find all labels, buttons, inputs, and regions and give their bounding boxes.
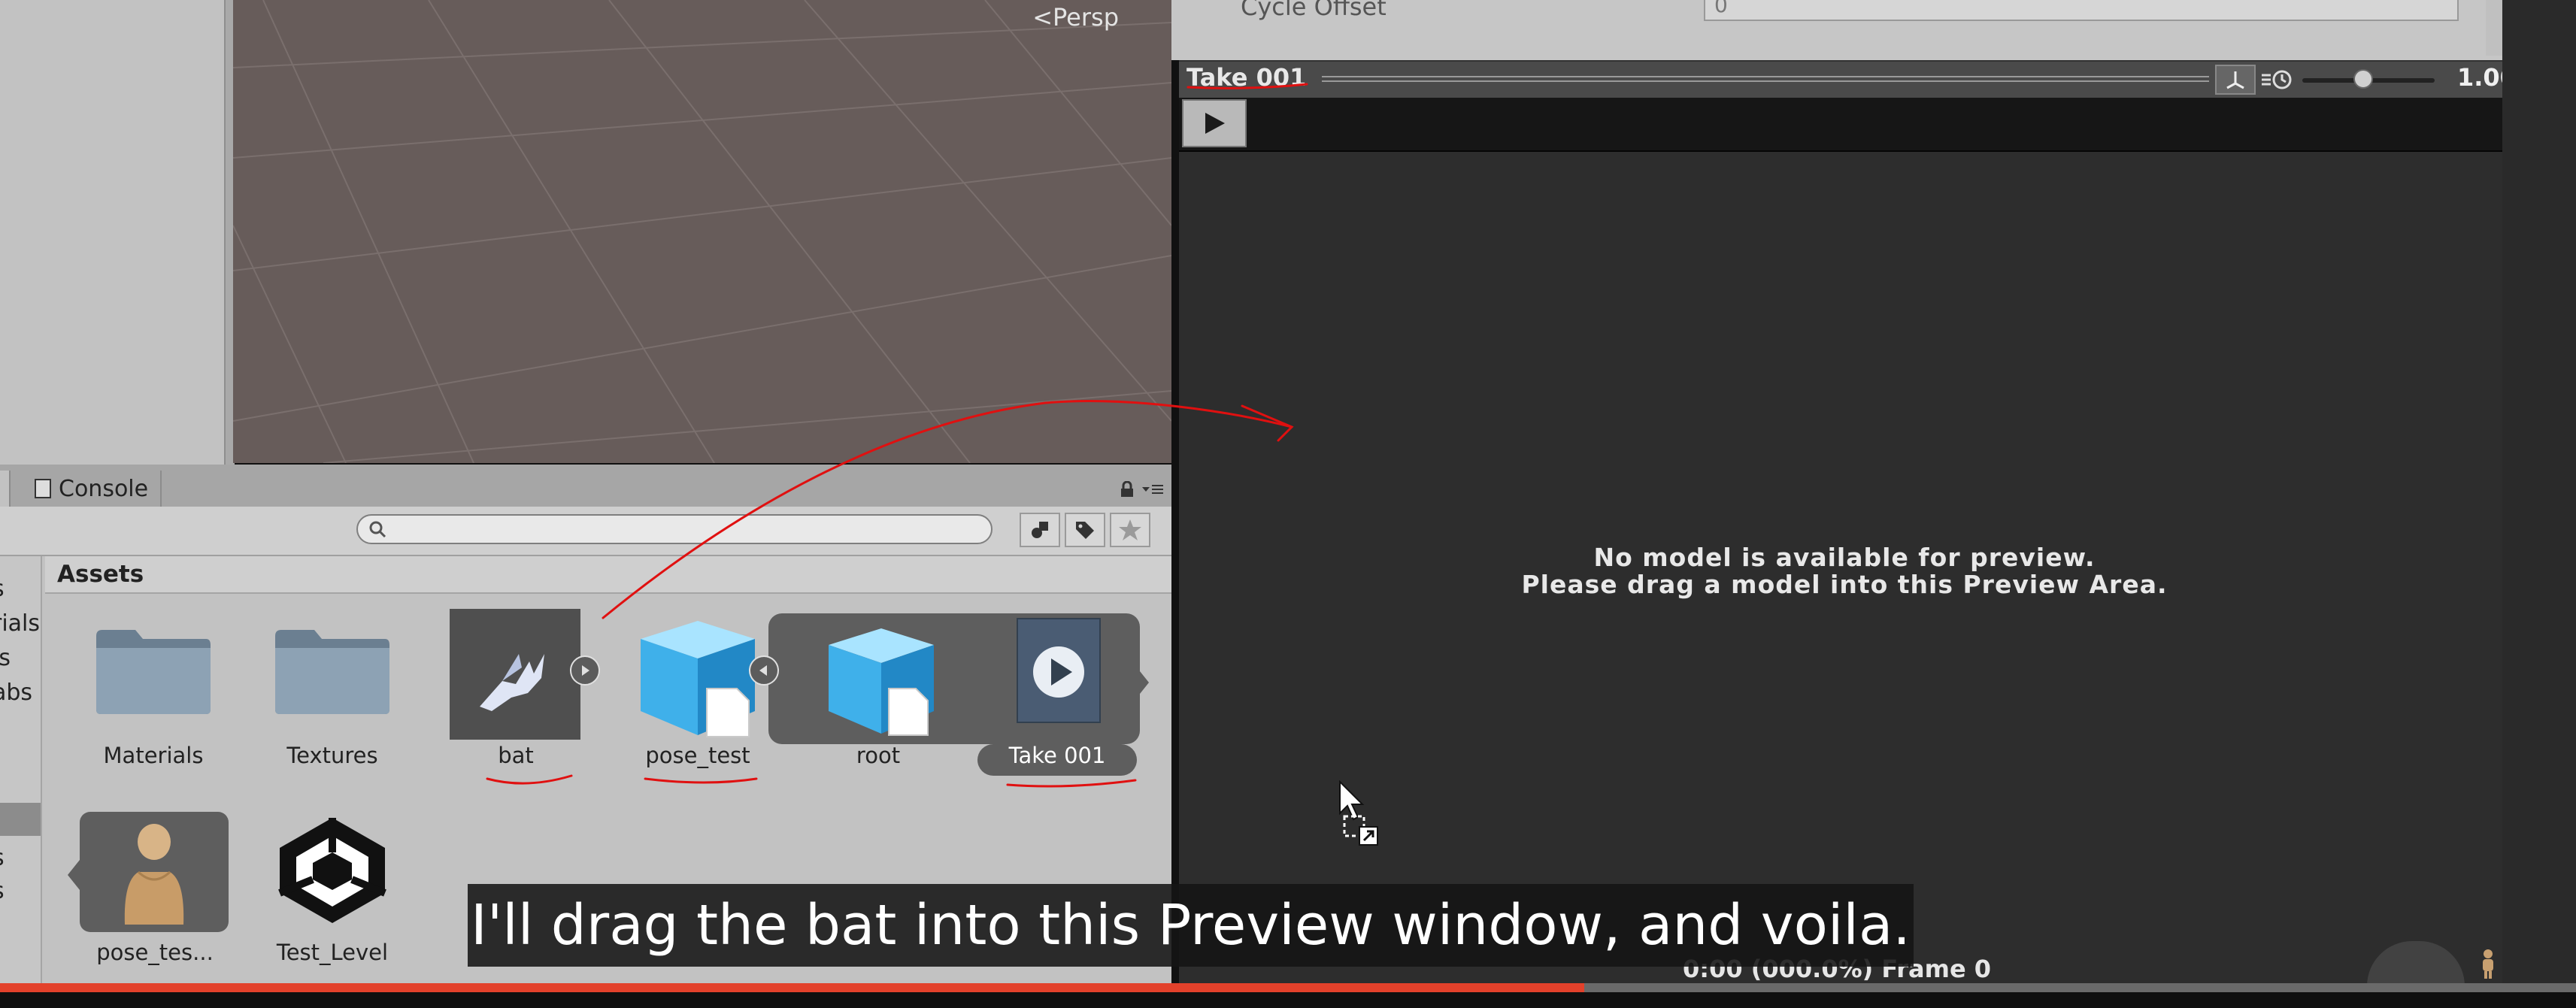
asset-label: Materials [103,743,204,768]
project-search-row [0,507,1171,556]
folder-icon [275,630,389,714]
cycle-offset-field[interactable]: 0 [1704,0,2459,21]
inspector-panel: Cycle Offset 0 [1171,0,2502,60]
asset-label: Textures [286,743,378,768]
asset-textures[interactable] [272,621,392,720]
asset-test-level[interactable] [272,810,392,934]
group-end-arrow [1137,667,1149,698]
playback-speed-icon [2256,65,2299,95]
outer-window-edge [2502,0,2576,991]
subtitle-caption: I'll drag the bat into this Preview wind… [468,884,1914,967]
chevron-left-icon [759,665,767,676]
filter-by-type-button[interactable] [1020,513,1060,547]
preview-title: Take 001 [1186,63,1307,92]
asset-root[interactable] [823,624,940,740]
tab-console-label: Console [59,475,149,502]
star-icon [1119,519,1141,540]
play-button[interactable] [1182,99,1247,147]
project-folder-tree[interactable]: s rials ls abs s s [0,556,42,991]
tree-item-selected[interactable] [0,803,41,836]
filter-by-label-button[interactable] [1065,513,1105,547]
hierarchy-panel-strip [0,0,226,465]
asset-label: bat [498,743,534,768]
camera-projection-label[interactable]: <Persp [1032,3,1119,32]
lock-icon[interactable] [1119,481,1135,498]
asset-label: pose_tes... [96,940,214,965]
search-icon [369,521,386,538]
tree-item[interactable]: s [0,576,5,602]
prefab-cube-icon [641,621,755,737]
asset-label: root [856,743,901,768]
asset-label: Test_Level [276,940,389,965]
console-icon [35,479,51,498]
drag-cursor-icon [1339,780,1378,846]
unity-scene-icon [278,818,386,923]
inspector-scrollbar[interactable] [2486,0,2502,56]
pivot-toggle-icon[interactable] [2215,65,2256,95]
bat-model-icon [480,654,544,711]
tree-item[interactable]: s [0,845,5,871]
avatar-figure-icon [2483,949,2493,979]
animation-clip-icon [1033,646,1084,698]
collapse-asset-button[interactable] [749,655,779,686]
asset-label: Take 001 [1008,743,1106,768]
preview-toolbar [1179,98,2502,152]
filter-type-icon [1032,522,1048,538]
asset-pose-tes-avatar[interactable] [80,812,229,932]
mesh-cube-icon [829,628,934,736]
preview-empty-message-line2: Please drag a model into this Preview Ar… [1521,570,2168,599]
search-input[interactable] [356,514,993,544]
panel-menu-icon[interactable] [1141,481,1164,498]
preview-empty-message-line1: No model is available for preview. [1593,543,2096,572]
project-tab-edge[interactable] [0,471,11,507]
folder-icon [96,630,211,714]
asset-pose-test[interactable] [633,616,762,743]
preview-area[interactable]: No model is available for preview. Pleas… [1179,152,2502,1001]
playback-speed-slider-thumb[interactable] [2353,69,2373,89]
tab-console[interactable]: Console [23,471,162,507]
video-progress-bar[interactable] [0,983,2576,992]
asset-take-001[interactable] [1017,618,1101,723]
preview-header[interactable]: Take 001 1.00 [1179,60,2517,99]
tag-icon [1076,522,1094,539]
assets-breadcrumb: Assets [45,556,1171,594]
avatar-icon [124,824,184,925]
preview-drag-handle[interactable] [1322,74,2209,86]
tree-item[interactable]: ls [0,645,11,671]
play-icon [1205,113,1225,134]
project-tab-bar: Console [0,465,1171,508]
cycle-offset-value: 0 [1714,0,1728,17]
asset-label: pose_test [645,743,750,768]
tree-item[interactable]: abs [0,680,32,706]
scene-view[interactable]: <Persp [233,0,1171,463]
expand-asset-button[interactable] [570,655,600,686]
assets-title: Assets [57,561,144,588]
tree-item[interactable]: s [0,878,5,904]
video-controls-bar [0,992,2576,1008]
asset-bat[interactable] [450,609,580,740]
chevron-right-icon [582,665,589,676]
group-start-arrow [68,860,80,890]
video-progress-fill [0,983,1584,992]
tree-item[interactable]: rials [0,610,40,637]
favorites-button[interactable] [1110,513,1150,547]
cycle-offset-label: Cycle Offset [1241,0,1386,21]
asset-materials[interactable] [93,621,214,720]
scene-grid [233,0,1171,463]
